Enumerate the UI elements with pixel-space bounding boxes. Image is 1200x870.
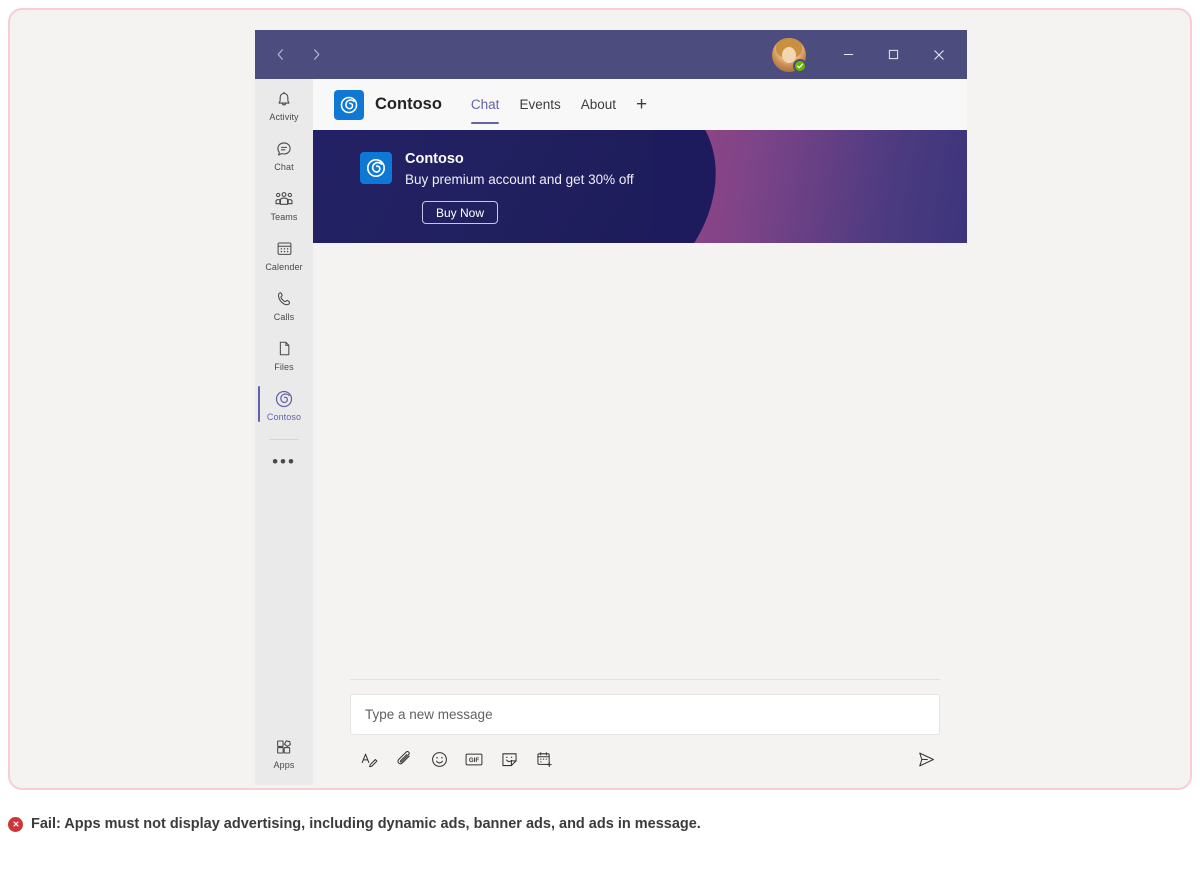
rail-divider bbox=[269, 439, 299, 440]
screenshot-frame: Activity Chat bbox=[8, 8, 1192, 790]
banner-heading-row: Contoso Buy premium account and get 30% … bbox=[360, 150, 967, 190]
app-header: Contoso Chat Events About + bbox=[313, 79, 967, 130]
sidebar-item-label: Apps bbox=[274, 760, 295, 771]
minimize-button[interactable] bbox=[826, 30, 871, 79]
message-input-placeholder: Type a new message bbox=[365, 707, 493, 722]
sidebar-item-files[interactable]: Files bbox=[255, 329, 313, 379]
emoji-icon[interactable] bbox=[424, 747, 454, 771]
compose-toolbar: GIF bbox=[350, 747, 940, 771]
attach-icon[interactable] bbox=[389, 747, 419, 771]
fail-x-icon bbox=[8, 817, 23, 832]
caption-text: Fail: Apps must not display advertising,… bbox=[31, 815, 701, 833]
sidebar-item-label: Contoso bbox=[267, 412, 301, 423]
svg-text:GIF: GIF bbox=[469, 757, 479, 764]
sidebar-item-calendar[interactable]: Calender bbox=[255, 229, 313, 279]
maximize-button[interactable] bbox=[871, 30, 916, 79]
calendar-icon bbox=[275, 238, 294, 259]
sidebar-item-activity[interactable]: Activity bbox=[255, 79, 313, 129]
window-titlebar bbox=[255, 30, 967, 79]
send-plane-icon[interactable] bbox=[912, 747, 940, 771]
back-icon[interactable] bbox=[269, 44, 291, 66]
gif-icon[interactable]: GIF bbox=[459, 747, 489, 771]
people-icon bbox=[273, 188, 295, 209]
navigation-arrows bbox=[255, 44, 327, 66]
validation-result-caption: Fail: Apps must not display advertising,… bbox=[8, 815, 701, 833]
page-title: Contoso bbox=[375, 95, 442, 114]
apps-grid-icon bbox=[274, 736, 294, 757]
format-icon[interactable] bbox=[354, 747, 384, 771]
tab-about[interactable]: About bbox=[571, 79, 626, 130]
bell-icon bbox=[274, 88, 294, 109]
banner-subtitle: Buy premium account and get 30% off bbox=[405, 170, 634, 190]
sidebar-item-label: Teams bbox=[270, 212, 297, 223]
compose-divider bbox=[350, 679, 940, 680]
add-tab-button[interactable]: + bbox=[626, 79, 657, 130]
sidebar-item-chat[interactable]: Chat bbox=[255, 129, 313, 179]
buy-now-button[interactable]: Buy Now bbox=[422, 201, 498, 224]
sidebar-item-label: Chat bbox=[274, 162, 293, 173]
sidebar-item-calls[interactable]: Calls bbox=[255, 279, 313, 329]
tab-events[interactable]: Events bbox=[509, 79, 570, 130]
avatar[interactable] bbox=[772, 38, 806, 72]
app-content-area: Contoso Chat Events About + bbox=[313, 79, 967, 785]
banner-title: Contoso bbox=[405, 150, 634, 169]
sidebar-item-apps[interactable]: Apps bbox=[255, 727, 313, 785]
banner-content: Contoso Buy premium account and get 30% … bbox=[313, 130, 967, 224]
sidebar-item-label: Calender bbox=[265, 262, 302, 273]
file-icon bbox=[275, 338, 294, 359]
presence-available-icon bbox=[793, 59, 807, 73]
sticker-icon[interactable] bbox=[494, 747, 524, 771]
left-app-rail: Activity Chat bbox=[255, 79, 313, 785]
chat-bubble-icon bbox=[274, 138, 294, 159]
chat-message-list bbox=[313, 243, 967, 680]
message-input[interactable]: Type a new message bbox=[350, 694, 940, 735]
app-logo bbox=[334, 90, 364, 120]
banner-logo bbox=[360, 152, 392, 184]
banner-text-block: Contoso Buy premium account and get 30% … bbox=[405, 150, 634, 190]
sidebar-item-label: Calls bbox=[274, 312, 295, 323]
sidebar-item-teams[interactable]: Teams bbox=[255, 179, 313, 229]
compose-area: Type a new message bbox=[313, 680, 967, 771]
sidebar-item-contoso[interactable]: Contoso bbox=[255, 379, 313, 429]
titlebar-controls bbox=[772, 30, 967, 79]
teams-app-window: Activity Chat bbox=[255, 30, 967, 785]
tab-chat[interactable]: Chat bbox=[461, 79, 510, 130]
sidebar-item-label: Activity bbox=[269, 112, 298, 123]
contoso-swirl-icon bbox=[274, 388, 294, 409]
schedule-meeting-icon[interactable] bbox=[529, 747, 559, 771]
more-apps-button[interactable]: ••• bbox=[255, 446, 313, 478]
forward-icon[interactable] bbox=[305, 44, 327, 66]
advertising-banner[interactable]: Contoso Buy premium account and get 30% … bbox=[313, 130, 967, 243]
sidebar-item-label: Files bbox=[274, 362, 294, 373]
app-tabs: Chat Events About + bbox=[461, 79, 657, 130]
close-button[interactable] bbox=[916, 30, 961, 79]
phone-icon bbox=[274, 288, 294, 309]
